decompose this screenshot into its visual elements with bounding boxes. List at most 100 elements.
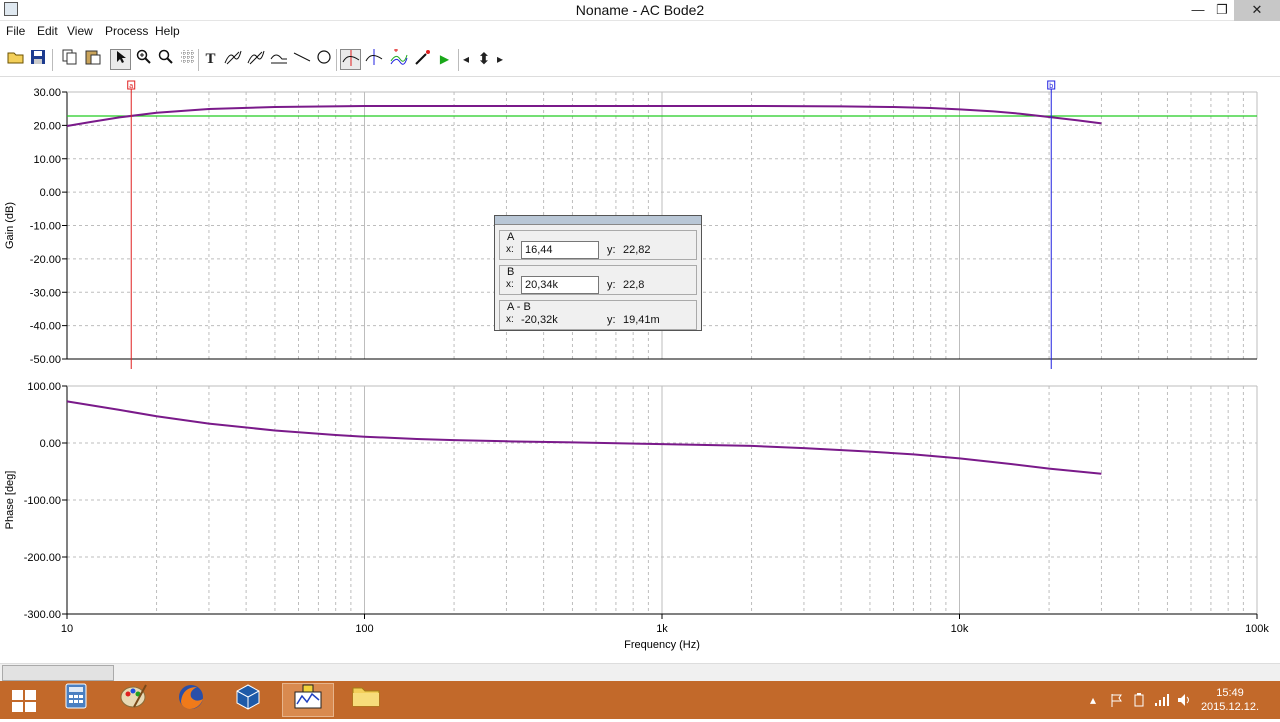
window-title: Noname - AC Bode2 bbox=[575, 2, 705, 18]
ellipse-tool-icon[interactable] bbox=[313, 49, 334, 70]
phase-ytick-label: -300.00 bbox=[24, 609, 61, 621]
phase-ytick-label: 0.00 bbox=[40, 438, 61, 450]
scroll-updown-icon[interactable]: ⬍ bbox=[474, 49, 494, 70]
cursor-b-y-label: y: bbox=[607, 279, 616, 291]
gain-ytick-label: -50.00 bbox=[30, 354, 61, 366]
gain-ytick-label: 0.00 bbox=[40, 187, 61, 199]
gain-ytick-label: 20.00 bbox=[33, 120, 61, 132]
cursor-b-x-label: x: bbox=[506, 279, 514, 290]
curve-tool-3-icon[interactable] bbox=[268, 49, 289, 70]
text-tool-icon[interactable]: T bbox=[200, 49, 221, 70]
firefox-icon[interactable] bbox=[165, 683, 217, 717]
x-tick-label: 10k bbox=[951, 623, 969, 635]
pointer-icon[interactable] bbox=[110, 49, 131, 70]
toolbar-separator bbox=[198, 49, 199, 71]
flag-icon[interactable] bbox=[1110, 693, 1124, 710]
cursor-diff-y-label: y: bbox=[607, 314, 616, 326]
line-tool-icon[interactable] bbox=[291, 49, 312, 70]
cursor-diff-x-label: x: bbox=[506, 314, 514, 325]
cursor-diff-label: A - B bbox=[507, 301, 531, 313]
add-curve-icon[interactable] bbox=[388, 48, 409, 70]
cursor-b-label: B bbox=[507, 266, 515, 278]
menu-edit[interactable]: Edit bbox=[37, 24, 58, 38]
cursor-b-group: B x: 20,34k y: 22,8 bbox=[499, 265, 697, 295]
volume-icon[interactable] bbox=[1177, 693, 1193, 710]
paste-icon[interactable] bbox=[82, 49, 103, 70]
gain-ytick-label: -20.00 bbox=[30, 254, 61, 266]
menu-view[interactable]: View bbox=[67, 24, 93, 38]
curve-tool-2-icon[interactable] bbox=[245, 49, 266, 70]
maximize-button[interactable]: ❐ bbox=[1210, 0, 1234, 21]
bode-plot: 30.00 20.00 10.00 0.00 -10.00 -20.00 -30.00 -40… bbox=[4, 80, 1269, 651]
x-tick-label: 100 bbox=[355, 623, 373, 635]
battery-icon[interactable] bbox=[1132, 693, 1146, 710]
gain-ytick-label: 30.00 bbox=[33, 87, 61, 99]
phase-ytick-label: -100.00 bbox=[24, 495, 61, 507]
cursor-readout-panel: A x: 16,44 y: 22,82 B x: 20,34k y: 22,8 … bbox=[494, 215, 702, 331]
menu-bar: File Edit View Process Help bbox=[0, 21, 1280, 41]
horizontal-scrollbar[interactable] bbox=[0, 663, 1280, 681]
cursor-diff-y-value: 19,41m bbox=[623, 314, 660, 326]
x-axis-label: Frequency (Hz) bbox=[624, 639, 700, 651]
toolbar: T ▶ ◂ ⬍ ▸ bbox=[0, 41, 1280, 77]
gain-ytick-label: -10.00 bbox=[30, 221, 61, 233]
cursor-a-icon[interactable] bbox=[340, 49, 361, 70]
gain-ytick-label: 10.00 bbox=[33, 154, 61, 166]
curve-tool-icon[interactable] bbox=[222, 49, 243, 70]
tina-simulator-icon[interactable] bbox=[282, 683, 334, 717]
phase-ytick-label: -200.00 bbox=[24, 552, 61, 564]
network-icon[interactable] bbox=[1154, 693, 1170, 710]
grid-icon[interactable] bbox=[177, 49, 198, 70]
probe-icon[interactable] bbox=[412, 49, 433, 70]
cursor-diff-x-value: -20,32k bbox=[521, 314, 558, 326]
zoom-icon[interactable] bbox=[133, 49, 154, 70]
cursor-a-x-input[interactable]: 16,44 bbox=[521, 241, 599, 259]
cursor-b-y-value: 22,8 bbox=[623, 279, 645, 291]
virtualbox-icon[interactable] bbox=[222, 683, 274, 717]
cursor-a-handle-label: a bbox=[129, 83, 133, 90]
cursor-a-y-value: 22,82 bbox=[623, 244, 651, 256]
scrollbar-thumb[interactable] bbox=[2, 665, 114, 681]
menu-help[interactable]: Help bbox=[155, 24, 180, 38]
scroll-right-icon[interactable]: ▸ bbox=[494, 49, 506, 70]
gain-ytick-label: -30.00 bbox=[30, 287, 61, 299]
save-icon[interactable] bbox=[27, 49, 48, 70]
cursor-b-handle-label: b bbox=[1049, 83, 1053, 90]
x-tick-label: 10 bbox=[61, 623, 73, 635]
windows-start-icon[interactable] bbox=[12, 690, 36, 712]
file-explorer-icon[interactable] bbox=[340, 683, 392, 717]
phase-ytick-label: 100.00 bbox=[27, 381, 61, 393]
menu-file[interactable]: File bbox=[6, 24, 25, 38]
paint-icon[interactable] bbox=[108, 683, 160, 717]
calculator-icon[interactable] bbox=[50, 683, 102, 717]
x-tick-label: 100k bbox=[1245, 623, 1269, 635]
cursor-b-icon[interactable] bbox=[363, 49, 384, 70]
run-icon[interactable]: ▶ bbox=[434, 49, 455, 70]
zoom-100-icon[interactable] bbox=[155, 49, 176, 70]
close-button[interactable]: ✕ bbox=[1234, 0, 1280, 21]
toolbar-separator bbox=[458, 49, 459, 71]
x-tick-label: 1k bbox=[656, 623, 668, 635]
tray-overflow-icon[interactable]: ▴ bbox=[1090, 693, 1096, 707]
cursor-a-label: A bbox=[507, 231, 515, 243]
cursor-panel-header[interactable] bbox=[495, 216, 701, 225]
gain-ytick-label: -40.00 bbox=[30, 321, 61, 333]
cursor-a-x-label: x: bbox=[506, 244, 514, 255]
minimize-button[interactable]: — bbox=[1186, 0, 1210, 21]
title-bar: Noname - AC Bode2 — ❐ ✕ bbox=[0, 0, 1280, 21]
toolbar-separator bbox=[336, 49, 337, 71]
taskbar: ▴ 15:49 2015.12.12. bbox=[0, 681, 1280, 719]
cursor-b-x-input[interactable]: 20,34k bbox=[521, 276, 599, 294]
cursor-a-group: A x: 16,44 y: 22,82 bbox=[499, 230, 697, 260]
cursor-a-y-label: y: bbox=[607, 244, 616, 256]
system-clock[interactable]: 15:49 2015.12.12. bbox=[1200, 686, 1260, 714]
scroll-left-icon[interactable]: ◂ bbox=[460, 49, 472, 70]
toolbar-separator bbox=[52, 49, 53, 71]
open-folder-icon[interactable] bbox=[5, 49, 26, 70]
clock-date: 2015.12.12. bbox=[1200, 701, 1260, 713]
copy-icon[interactable] bbox=[59, 49, 80, 70]
gain-ylabel: Gain (dB) bbox=[4, 202, 16, 249]
cursor-diff-group: A - B x: -20,32k y: 19,41m bbox=[499, 300, 697, 330]
phase-ylabel: Phase [deg] bbox=[4, 471, 16, 530]
menu-process[interactable]: Process bbox=[105, 24, 148, 38]
